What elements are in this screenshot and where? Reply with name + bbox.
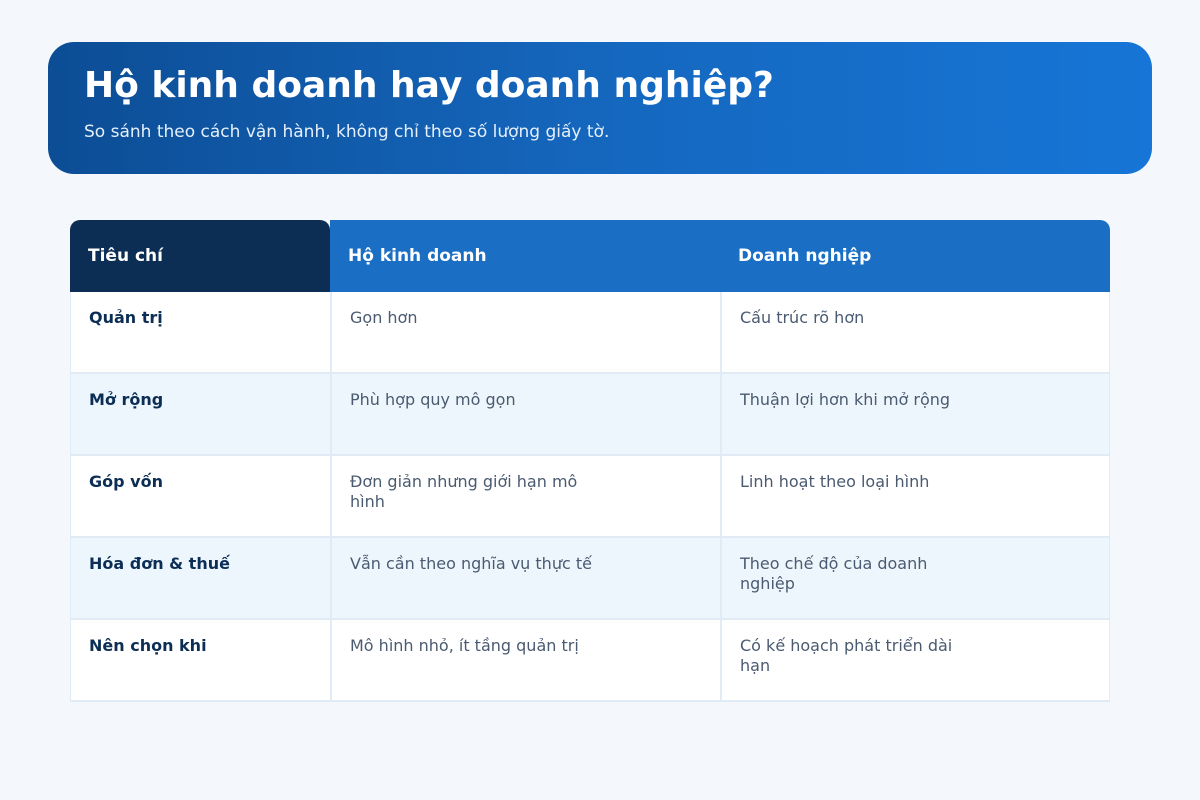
table-row: Mở rộng Phù hợp quy mô gọn Thuận lợi hơn… — [70, 374, 1110, 456]
header-banner: Hộ kinh doanh hay doanh nghiệp? So sánh … — [48, 42, 1152, 174]
row-criterion: Nên chọn khi — [70, 620, 330, 700]
row-criterion: Mở rộng — [70, 374, 330, 454]
table-row: Quản trị Gọn hơn Cấu trúc rõ hơn — [70, 292, 1110, 374]
row-household-value: Gọn hơn — [330, 292, 720, 372]
row-enterprise-value: Linh hoạt theo loại hình — [720, 456, 1110, 536]
table-row: Góp vốn Đơn giản nhưng giới hạn mô hình … — [70, 456, 1110, 538]
row-enterprise-value: Có kế hoạch phát triển dài hạn — [720, 620, 1110, 700]
row-household-value: Vẫn cần theo nghĩa vụ thực tế — [330, 538, 720, 618]
page-subtitle: So sánh theo cách vận hành, không chỉ th… — [84, 122, 610, 142]
column-header-enterprise: Doanh nghiệp — [720, 220, 1110, 292]
row-enterprise-value: Theo chế độ của doanh nghiệp — [720, 538, 1110, 618]
table-row: Nên chọn khi Mô hình nhỏ, ít tầng quản t… — [70, 620, 1110, 702]
row-enterprise-value: Thuận lợi hơn khi mở rộng — [720, 374, 1110, 454]
page-title: Hộ kinh doanh hay doanh nghiệp? — [84, 65, 774, 106]
row-criterion: Góp vốn — [70, 456, 330, 536]
column-header-criterion: Tiêu chí — [70, 220, 330, 292]
row-criterion: Quản trị — [70, 292, 330, 372]
row-household-value: Đơn giản nhưng giới hạn mô hình — [330, 456, 720, 536]
row-enterprise-value: Cấu trúc rõ hơn — [720, 292, 1110, 372]
table-header-row: Tiêu chí Hộ kinh doanh Doanh nghiệp — [70, 220, 1110, 292]
column-header-household-business: Hộ kinh doanh — [330, 220, 720, 292]
row-household-value: Phù hợp quy mô gọn — [330, 374, 720, 454]
table-row: Hóa đơn & thuế Vẫn cần theo nghĩa vụ thự… — [70, 538, 1110, 620]
row-criterion: Hóa đơn & thuế — [70, 538, 330, 618]
row-household-value: Mô hình nhỏ, ít tầng quản trị — [330, 620, 720, 700]
comparison-table: Tiêu chí Hộ kinh doanh Doanh nghiệp Quản… — [70, 220, 1110, 702]
